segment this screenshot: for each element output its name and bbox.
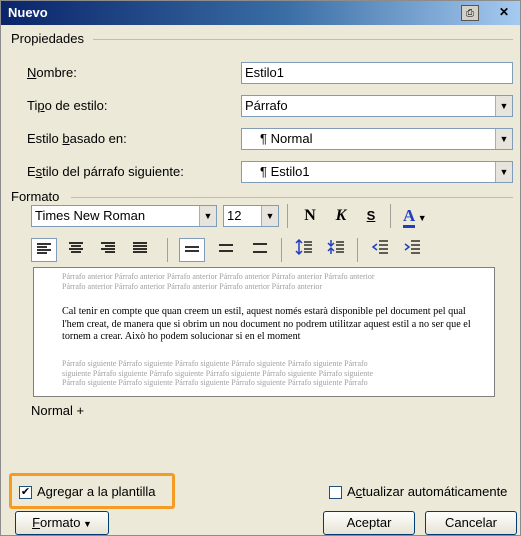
- increase-spacing-before-icon[interactable]: [291, 238, 317, 262]
- italic-button[interactable]: K: [328, 204, 354, 228]
- name-input[interactable]: Estilo1: [241, 62, 513, 84]
- next-paragraph-text: Párrafo siguiente Párrafo siguiente Párr…: [62, 359, 374, 387]
- name-label: Nombre:: [27, 65, 77, 80]
- based-on-value: ¶ Normal: [260, 131, 313, 146]
- properties-divider: [93, 39, 513, 40]
- justify-icon[interactable]: [127, 238, 153, 262]
- double-spacing-icon[interactable]: [247, 238, 273, 262]
- print-icon[interactable]: ⎙: [461, 5, 479, 21]
- chevron-down-icon: ▼: [80, 519, 92, 529]
- close-icon[interactable]: ✕: [495, 5, 513, 21]
- style-type-value: Párrafo: [245, 98, 288, 113]
- toolbar-separator: [357, 238, 358, 262]
- previous-paragraph-text: Párrafo anterior Párrafo anterior Párraf…: [62, 272, 375, 291]
- decrease-indent-icon[interactable]: [367, 238, 393, 262]
- align-left-icon[interactable]: [31, 238, 57, 262]
- properties-section-label: Propiedades: [11, 31, 84, 46]
- format-menu-button[interactable]: Formato ▼: [15, 511, 109, 535]
- font-color-icon: A: [403, 206, 416, 228]
- based-on-label: Estilo basado en:: [27, 131, 127, 146]
- title-bar: Nuevo ⎙ ✕: [1, 1, 520, 25]
- format-divider: [71, 197, 513, 198]
- toolbar-separator: [287, 204, 288, 228]
- accept-button[interactable]: Aceptar: [323, 511, 415, 535]
- next-style-label: Estilo del párrafo siguiente:: [27, 164, 184, 179]
- chevron-down-icon[interactable]: ▼: [199, 206, 216, 226]
- style-description: Normal +: [31, 403, 85, 418]
- bold-button[interactable]: N: [297, 204, 323, 228]
- based-on-select[interactable]: ¶ Normal ▼: [241, 128, 513, 150]
- chevron-down-icon[interactable]: ▼: [495, 129, 512, 149]
- next-style-select[interactable]: ¶ Estilo1 ▼: [241, 161, 513, 183]
- new-style-dialog: Nuevo ⎙ ✕ Propiedades Nombre: Estilo1 Ti…: [0, 0, 521, 536]
- sample-text: Cal tenir en compte que quan creem un es…: [62, 306, 471, 342]
- font-name-value: Times New Roman: [35, 208, 146, 223]
- font-name-select[interactable]: Times New Roman ▼: [31, 205, 217, 227]
- toolbar-separator: [281, 238, 282, 262]
- font-size-value: 12: [227, 208, 242, 223]
- chevron-down-icon[interactable]: ▼: [261, 206, 278, 226]
- add-to-template-checkbox[interactable]: ✔: [19, 486, 32, 499]
- one-half-spacing-icon[interactable]: [213, 238, 239, 262]
- window-title: Nuevo: [8, 5, 48, 20]
- next-style-value: ¶ Estilo1: [260, 164, 310, 179]
- chevron-down-icon[interactable]: ▼: [495, 162, 512, 182]
- align-center-icon[interactable]: [63, 238, 89, 262]
- align-right-icon[interactable]: [95, 238, 121, 262]
- single-spacing-icon[interactable]: [179, 238, 205, 262]
- toolbar-separator: [167, 238, 168, 262]
- chevron-down-icon[interactable]: ▼: [495, 96, 512, 116]
- add-to-template-label[interactable]: Agregar a la plantilla: [37, 484, 156, 499]
- style-type-label: Tipo de estilo:: [27, 98, 108, 113]
- auto-update-label[interactable]: Actualizar automáticamente: [347, 484, 507, 499]
- toolbar-separator: [390, 204, 391, 228]
- format-section-label: Formato: [11, 189, 60, 204]
- style-type-select[interactable]: Párrafo ▼: [241, 95, 513, 117]
- style-preview: Párrafo anterior Párrafo anterior Párraf…: [33, 267, 495, 397]
- decrease-spacing-before-icon[interactable]: [323, 238, 349, 262]
- font-size-select[interactable]: 12 ▼: [223, 205, 279, 227]
- increase-indent-icon[interactable]: [399, 238, 425, 262]
- font-color-button[interactable]: A ▼: [397, 204, 435, 228]
- underline-button[interactable]: S: [358, 204, 384, 228]
- cancel-button[interactable]: Cancelar: [425, 511, 517, 535]
- auto-update-checkbox[interactable]: [329, 486, 342, 499]
